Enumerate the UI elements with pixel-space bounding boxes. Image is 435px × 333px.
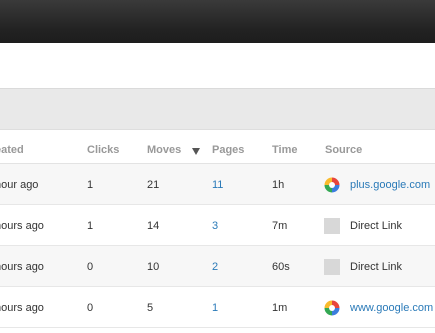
source-text: Direct Link	[350, 261, 402, 273]
clicks-cell: 1	[87, 220, 94, 232]
time-cell: 60s	[272, 261, 290, 273]
blank-icon	[324, 218, 340, 234]
pages-link[interactable]: 1	[212, 302, 218, 314]
blank-icon	[324, 259, 340, 275]
clicks-cell: 0	[87, 302, 94, 314]
source-link[interactable]: www.google.com	[350, 302, 433, 314]
column-header-time[interactable]: Time	[272, 144, 297, 156]
sort-descending-icon[interactable]	[192, 148, 200, 155]
clicks-cell: 0	[87, 261, 94, 273]
table-row[interactable]: hours ago 0 5 1 1m www.google.com	[0, 287, 435, 328]
pages-link[interactable]: 3	[212, 220, 218, 232]
clicks-cell: 1	[87, 179, 94, 191]
page-header-area	[0, 43, 435, 88]
time-cell: 7m	[272, 220, 288, 232]
moves-cell: 14	[147, 220, 160, 232]
recordings-table: eated Clicks Moves Pages Time Source hou…	[0, 130, 435, 328]
google-plus-icon	[324, 177, 340, 193]
source-text: Direct Link	[350, 220, 402, 232]
column-header-clicks[interactable]: Clicks	[87, 144, 119, 156]
created-cell: hour ago	[0, 179, 39, 191]
pages-link[interactable]: 11	[212, 179, 223, 191]
table-row[interactable]: hours ago 1 14 3 7m Direct Link	[0, 205, 435, 246]
top-navigation-bar	[0, 0, 435, 43]
google-plus-icon	[324, 300, 340, 316]
toolbar-strip	[0, 88, 435, 130]
table-row[interactable]: hours ago 0 10 2 60s Direct Link	[0, 246, 435, 287]
created-cell: hours ago	[0, 220, 44, 232]
source-link[interactable]: plus.google.com	[350, 179, 430, 191]
table-row[interactable]: hour ago 1 21 11 1h plus.google.com	[0, 164, 435, 205]
moves-cell: 10	[147, 261, 160, 273]
time-cell: 1m	[272, 302, 288, 314]
column-header-source[interactable]: Source	[325, 144, 362, 156]
column-header-moves[interactable]: Moves	[147, 144, 181, 156]
table-header: eated Clicks Moves Pages Time Source	[0, 130, 435, 164]
pages-link[interactable]: 2	[212, 261, 218, 273]
moves-cell: 21	[147, 179, 160, 191]
time-cell: 1h	[272, 179, 285, 191]
created-cell: hours ago	[0, 302, 44, 314]
column-header-pages[interactable]: Pages	[212, 144, 244, 156]
column-header-created[interactable]: eated	[0, 144, 24, 156]
created-cell: hours ago	[0, 261, 44, 273]
moves-cell: 5	[147, 302, 154, 314]
